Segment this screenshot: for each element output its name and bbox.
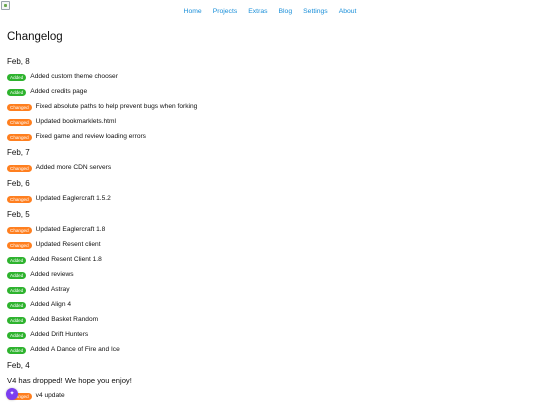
changelog-entry: Changed Fixed absolute paths to help prev… bbox=[7, 102, 532, 112]
changelog-entry-text: Added Drift Hunters bbox=[30, 331, 89, 338]
changelog-entry: Changed Updated Eaglercraft 1.8 bbox=[7, 225, 532, 235]
changelog-entry: Changed Updated bookmarklets.html bbox=[7, 117, 532, 127]
gear-icon: ✦ bbox=[9, 391, 15, 397]
added-badge: Added bbox=[7, 331, 27, 339]
changelog-date: Feb, 5 bbox=[7, 210, 30, 219]
changelog-entry-text: Added credits page bbox=[30, 88, 88, 95]
changelog-entry-text: Fixed game and review loading errors bbox=[35, 133, 146, 140]
changelog-date: Feb, 4 bbox=[7, 361, 30, 370]
changelog-entry-text: Fixed absolute paths to help prevent bug… bbox=[35, 103, 198, 110]
changed-badge: Changed bbox=[7, 241, 32, 249]
added-badge: Added bbox=[7, 316, 27, 324]
changelog-entry-text: Updated bookmarklets.html bbox=[35, 118, 116, 125]
changelog-entry-text: v4 update bbox=[35, 392, 65, 399]
changelog-entry-text: Updated Resent client bbox=[35, 241, 101, 248]
changelog-date: Feb, 6 bbox=[7, 179, 30, 188]
changed-badge: Changed bbox=[7, 195, 32, 203]
added-badge: Added bbox=[7, 88, 27, 96]
changelog-entry: Added Added Astray bbox=[7, 285, 532, 295]
changelog-entry: Added Added A Dance of Fire and Ice bbox=[7, 345, 532, 355]
changed-badge: Changed bbox=[7, 133, 32, 141]
release-announcement: V4 has dropped! We hope you enjoy! bbox=[7, 376, 132, 385]
changelog-entry-text: Added Resent Client 1.8 bbox=[30, 256, 102, 263]
nav-link-projects[interactable]: Projects bbox=[213, 7, 238, 16]
changelog-entry: Changed v4 update bbox=[7, 391, 532, 401]
changelog-entry-text: Added Astray bbox=[30, 286, 70, 293]
changelog-entry: Added Added Basket Random bbox=[7, 315, 532, 325]
changelog-entry: Added Added Align 4 bbox=[7, 300, 532, 310]
added-badge: Added bbox=[7, 346, 27, 354]
added-badge: Added bbox=[7, 256, 27, 264]
changelog-entry: Changed Updated Resent client bbox=[7, 240, 532, 250]
added-badge: Added bbox=[7, 271, 27, 279]
changed-badge: Changed bbox=[7, 103, 32, 111]
changelog-list: Feb, 8 Added Added custom theme chooser Add… bbox=[7, 51, 532, 406]
added-badge: Added bbox=[7, 301, 27, 309]
changed-badge: Changed bbox=[7, 226, 32, 234]
changelog-entry-text: Updated Eaglercraft 1.8 bbox=[35, 226, 106, 233]
changelog-entry-text: Updated Eaglercraft 1.5.2 bbox=[35, 195, 111, 202]
changelog-entry-text: Added Basket Random bbox=[30, 316, 99, 323]
added-badge: Added bbox=[7, 286, 27, 294]
changelog-entry-text: Added custom theme chooser bbox=[30, 73, 118, 80]
changelog-date: Feb, 7 bbox=[7, 148, 30, 157]
nav-link-settings[interactable]: Settings bbox=[303, 7, 328, 16]
changelog-entry-text: Added more CDN servers bbox=[35, 164, 112, 171]
nav-link-blog[interactable]: Blog bbox=[279, 7, 293, 16]
nav-link-extras[interactable]: Extras bbox=[248, 7, 267, 16]
changelog-entry: Changed Added more CDN servers bbox=[7, 163, 532, 173]
top-nav: Home Projects Extras Blog Settings About bbox=[0, 7, 540, 16]
changelog-entry: Added Added reviews bbox=[7, 270, 532, 280]
changelog-entry: Added Added Drift Hunters bbox=[7, 330, 532, 340]
changelog-entry: Added Added Resent Client 1.8 bbox=[7, 255, 532, 265]
floating-settings-button[interactable]: ✦ bbox=[6, 388, 18, 400]
changelog-entry-text: Added reviews bbox=[30, 271, 74, 278]
page-title: Changelog bbox=[7, 31, 63, 43]
added-badge: Added bbox=[7, 73, 27, 81]
changed-badge: Changed bbox=[7, 118, 32, 126]
nav-link-home[interactable]: Home bbox=[184, 7, 202, 16]
changelog-entry: Added Added credits page bbox=[7, 87, 532, 97]
changed-badge: Changed bbox=[7, 164, 32, 172]
changelog-entry: Added Added custom theme chooser bbox=[7, 72, 532, 82]
changelog-entry: Changed Updated Eaglercraft 1.5.2 bbox=[7, 194, 532, 204]
changelog-entry: Changed Fixed game and review loading err… bbox=[7, 132, 532, 142]
changelog-entry-text: Added Align 4 bbox=[30, 301, 71, 308]
nav-link-about[interactable]: About bbox=[339, 7, 357, 16]
changelog-date: Feb, 8 bbox=[7, 57, 30, 66]
changelog-entry-text: Added A Dance of Fire and Ice bbox=[30, 346, 120, 353]
